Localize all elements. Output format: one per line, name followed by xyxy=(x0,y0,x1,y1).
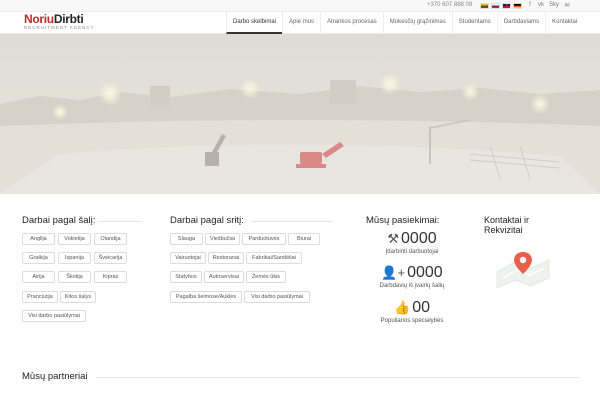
countries-title: Darbai pagal šalį: xyxy=(22,215,96,226)
top-bar: +370 607 888 09 f vk Sky ✉ xyxy=(0,0,600,12)
nav-item-mokesciu-grazinimas[interactable]: Mokesčių grąžinimas xyxy=(382,12,452,34)
tag-field[interactable]: Žemės ūkis xyxy=(246,271,286,283)
nav-item-apie-mus[interactable]: Apie mus xyxy=(282,12,320,34)
site-header: NoriuDirbti RECRUITMENT AGENCY Darbo ske… xyxy=(0,12,600,34)
nav-item-atrankos-procesas[interactable]: Atrankos procesas xyxy=(320,12,383,34)
user-plus-icon: 👤+ xyxy=(381,265,406,280)
social-links: f vk Sky ✉ xyxy=(527,2,570,9)
tag-field[interactable]: Biurai xyxy=(288,233,320,245)
main-nav: Darbo skelbimai Apie mus Atrankos proces… xyxy=(226,12,583,34)
fields-title: Darbai pagal sritį: xyxy=(170,215,244,226)
tag-field[interactable]: Restoranai xyxy=(208,252,244,264)
achievements-title: Mūsų pasiekimai: xyxy=(366,215,440,226)
map-pin-icon[interactable] xyxy=(495,248,551,290)
stat-specialties: 👍 00 Populiarios specialybės xyxy=(362,299,462,325)
phone-number[interactable]: +370 607 888 09 xyxy=(427,2,472,8)
skype-icon[interactable]: Sky xyxy=(549,2,559,9)
tag-country[interactable]: Graikija xyxy=(22,252,55,264)
hero-image xyxy=(0,34,600,194)
nav-item-darbo-skelbimai[interactable]: Darbo skelbimai xyxy=(226,12,283,34)
logo-text-b: Dirbti xyxy=(53,12,84,26)
mail-icon[interactable]: ✉ xyxy=(564,2,570,9)
stat-label: Darbdavių iš įvairių šalių xyxy=(379,283,445,289)
stat-employers: 👤+ 0000 Darbdavių iš įvairių šalių xyxy=(362,264,462,290)
tag-country[interactable]: Anglija xyxy=(22,233,55,245)
tag-country[interactable]: Kipras xyxy=(94,271,127,283)
tag-country[interactable]: Ispanija xyxy=(58,252,91,264)
stat-value: 00 xyxy=(412,299,430,316)
flag-ru-icon[interactable] xyxy=(491,3,500,9)
tag-country[interactable]: Olandija xyxy=(94,233,127,245)
stat-label: Įdarbinti darbuotojai xyxy=(385,249,439,255)
vk-icon[interactable]: vk xyxy=(538,2,544,9)
flag-de-icon[interactable] xyxy=(513,3,522,9)
tag-country[interactable]: Šveicarija xyxy=(94,252,127,264)
tag-country[interactable]: Kitos šalys xyxy=(60,291,96,303)
divider xyxy=(98,221,142,222)
tag-field[interactable]: Viešbučiai xyxy=(205,233,240,245)
tools-icon: ⚒ xyxy=(387,231,400,246)
contacts-title[interactable]: Kontaktai ir Rekvizitai xyxy=(484,215,554,235)
flag-uk-icon[interactable] xyxy=(502,3,511,9)
logo-text-a: Noriu xyxy=(24,12,54,26)
stat-value: 0000 xyxy=(407,264,443,281)
tag-field[interactable]: Autoservisai xyxy=(204,271,244,283)
tag-field[interactable]: Vairuotojai xyxy=(170,252,206,264)
nav-item-studentams[interactable]: Studentams xyxy=(451,12,497,34)
tag-all-countries[interactable]: Visi darbo pasiūlymai xyxy=(22,310,86,322)
tag-country[interactable]: Prancūzija xyxy=(22,291,58,303)
tag-field[interactable]: Parduotuvės xyxy=(242,233,286,245)
construction-site-photo xyxy=(0,34,600,194)
tag-field[interactable]: Statybos xyxy=(170,271,202,283)
stat-employees: ⚒ 0000 Įdarbinti darbuotojai xyxy=(362,230,462,256)
stat-label: Populiarios specialybės xyxy=(380,318,444,324)
thumbs-up-icon: 👍 xyxy=(394,300,411,315)
tag-field[interactable]: Fabrikai/Sandėliai xyxy=(246,252,302,264)
nav-item-kontaktai[interactable]: Kontaktai xyxy=(545,12,583,34)
language-flags xyxy=(480,3,522,9)
logo[interactable]: NoriuDirbti RECRUITMENT AGENCY xyxy=(24,13,95,31)
partners-title: Mūsų partneriai xyxy=(22,371,88,382)
stat-value: 0000 xyxy=(401,230,437,247)
flag-lt-icon[interactable] xyxy=(480,3,489,9)
tag-country[interactable]: Vokietija xyxy=(58,233,91,245)
divider xyxy=(252,221,332,222)
nav-item-darbdaviams[interactable]: Darbdaviams xyxy=(496,12,545,34)
tag-field[interactable]: Pagalba šeimose/Auklės xyxy=(170,291,242,303)
tag-country[interactable]: Airija xyxy=(22,271,55,283)
tag-field[interactable]: Slauga xyxy=(170,233,203,245)
tag-country[interactable]: Škotija xyxy=(58,271,91,283)
logo-subtitle: RECRUITMENT AGENCY xyxy=(24,25,95,30)
divider xyxy=(96,377,580,378)
facebook-icon[interactable]: f xyxy=(527,2,533,9)
tag-all-fields[interactable]: Visi darbo pasiūlymai xyxy=(244,291,310,303)
